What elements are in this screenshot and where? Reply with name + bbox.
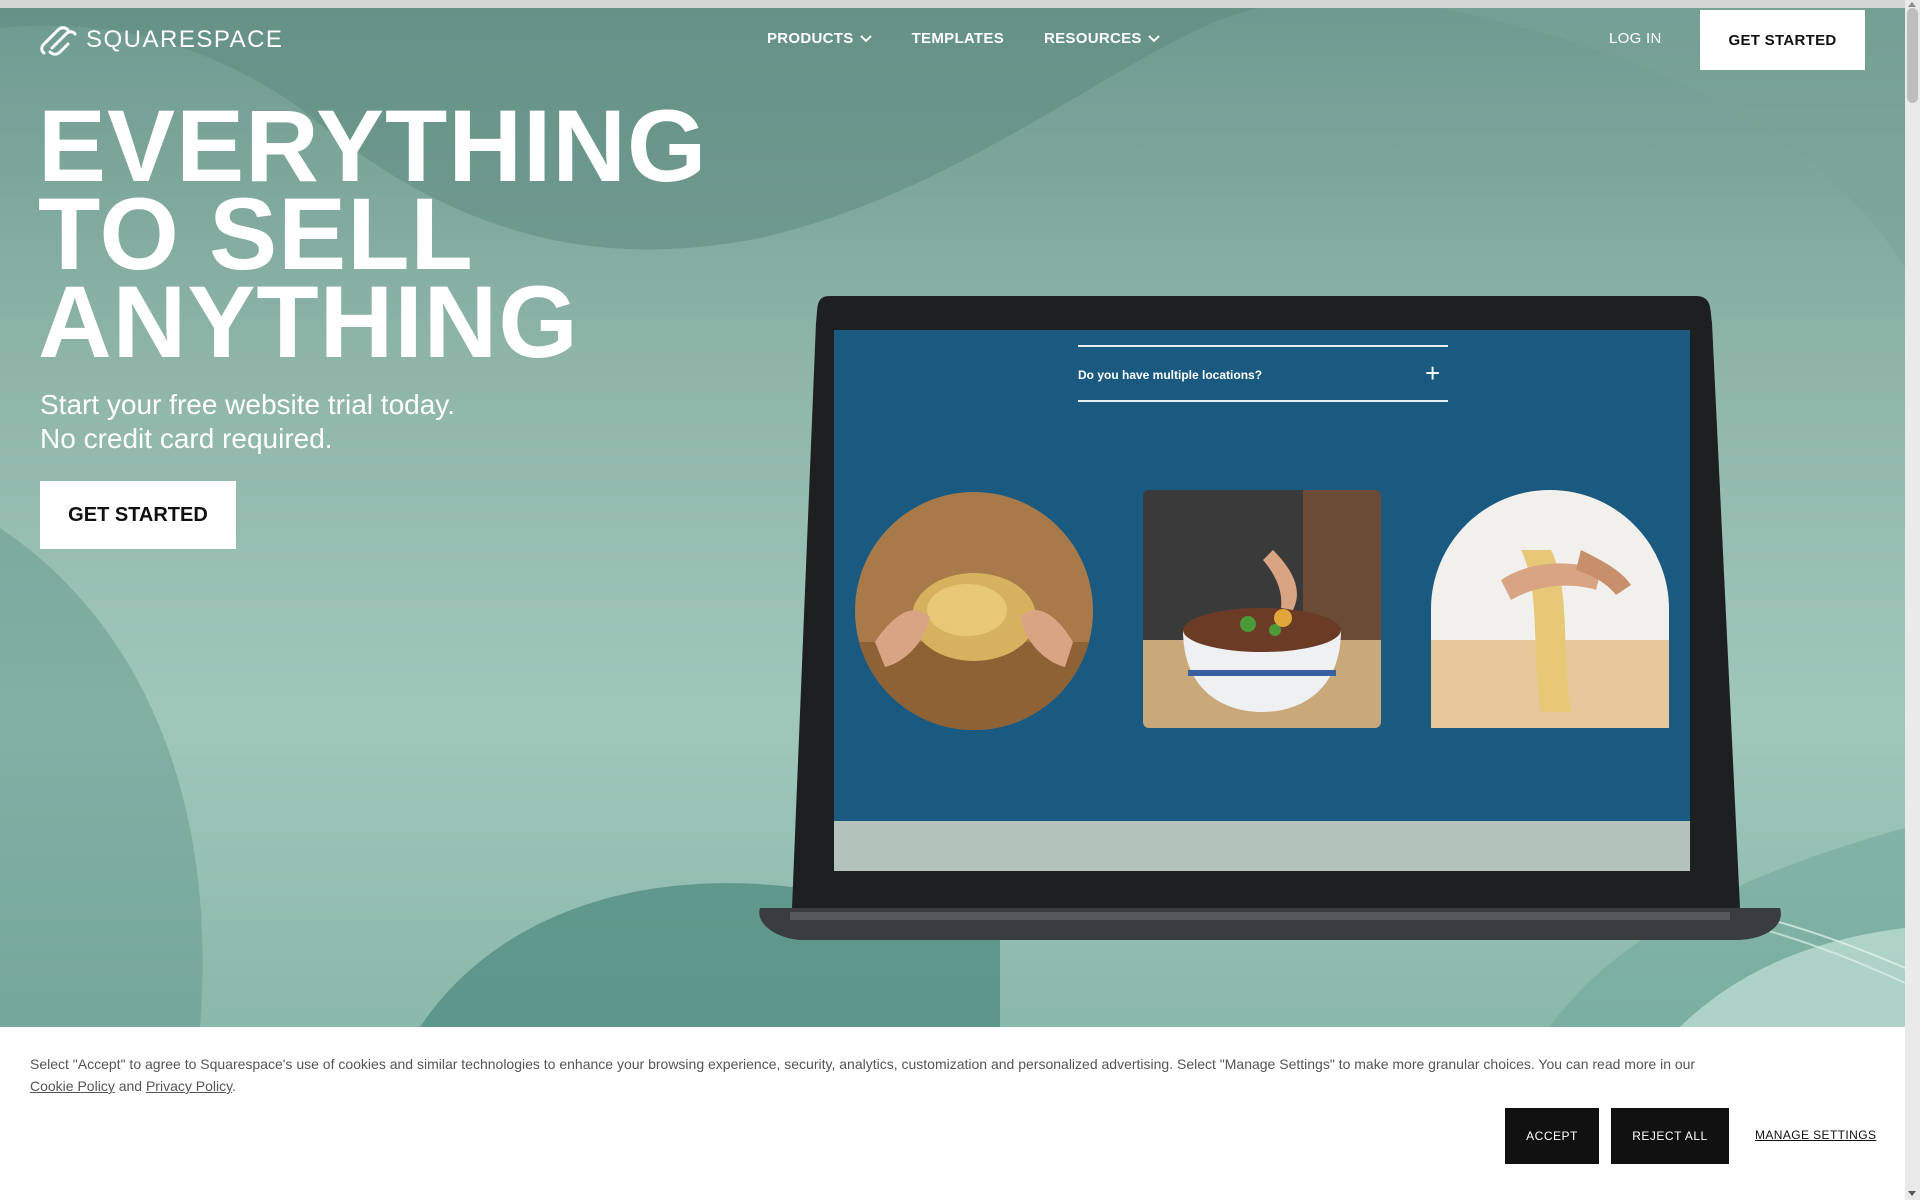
nav-products-label: PRODUCTS — [767, 30, 854, 47]
headline-line-3: ANYTHING — [38, 265, 579, 379]
chevron-down-icon — [1148, 34, 1160, 42]
header-get-started-button[interactable]: GET STARTED — [1700, 10, 1865, 70]
chevron-down-icon — [859, 34, 872, 42]
main-nav: PRODUCTS TEMPLATES RESOURCES — [767, 30, 1160, 47]
faq-divider-bottom — [1078, 400, 1448, 402]
hero-get-started-button[interactable]: GET STARTED — [40, 481, 236, 549]
cookie-banner: Select "Accept" to agree to Squarespace'… — [0, 1027, 1905, 1200]
browser-top-bar — [0, 0, 1905, 8]
nav-products[interactable]: PRODUCTS — [767, 30, 872, 47]
subtitle-line-2: No credit card required. — [40, 423, 333, 454]
cookie-period: . — [232, 1078, 236, 1094]
faq-expand-icon[interactable]: + — [1425, 360, 1440, 386]
noodles-arch-photo — [1431, 490, 1669, 728]
squarespace-logo-icon — [40, 26, 77, 56]
subtitle-line-1: Start your free website trial today. — [40, 389, 455, 420]
scrollbar-thumb[interactable] — [1907, 8, 1918, 103]
hero-subtitle: Start your free website trial today. No … — [40, 388, 455, 456]
site-header: SQUARESPACE PRODUCTS TEMPLATES RESOURCES… — [0, 8, 1905, 78]
laptop-screen-footer — [834, 821, 1690, 871]
scroll-up-arrow-icon[interactable] — [1908, 2, 1916, 7]
faq-divider-top — [1078, 345, 1448, 347]
nav-resources[interactable]: RESOURCES — [1044, 30, 1160, 47]
logo-wordmark: SQUARESPACE — [86, 26, 284, 53]
login-link[interactable]: LOG IN — [1609, 30, 1662, 47]
nav-resources-label: RESOURCES — [1044, 30, 1142, 47]
nav-templates[interactable]: TEMPLATES — [912, 30, 1004, 47]
scrollbar[interactable] — [1905, 0, 1920, 1200]
faq-question: Do you have multiple locations? — [1078, 368, 1263, 382]
cookie-and-text: and — [118, 1078, 143, 1094]
privacy-policy-link[interactable]: Privacy Policy — [146, 1078, 232, 1094]
squarespace-logo[interactable]: SQUARESPACE — [40, 24, 283, 56]
accept-cookies-button[interactable]: ACCEPT — [1505, 1108, 1599, 1164]
scroll-down-arrow-icon[interactable] — [1908, 1191, 1916, 1196]
cookie-message: Select "Accept" to agree to Squarespace'… — [30, 1053, 1830, 1097]
cookie-message-text: Select "Accept" to agree to Squarespace'… — [30, 1056, 1696, 1072]
noodle-bowl-photo — [1143, 490, 1381, 728]
noodles-circle-photo — [855, 492, 1093, 730]
cookie-policy-link[interactable]: Cookie Policy — [30, 1078, 115, 1094]
manage-settings-link[interactable]: MANAGE SETTINGS — [1755, 1128, 1876, 1142]
nav-templates-label: TEMPLATES — [911, 30, 1004, 47]
laptop-screen: Do you have multiple locations? + — [834, 330, 1690, 821]
reject-all-cookies-button[interactable]: REJECT ALL — [1611, 1108, 1729, 1164]
hero-headline: EVERYTHING TO SELL ANYTHING — [38, 95, 707, 379]
